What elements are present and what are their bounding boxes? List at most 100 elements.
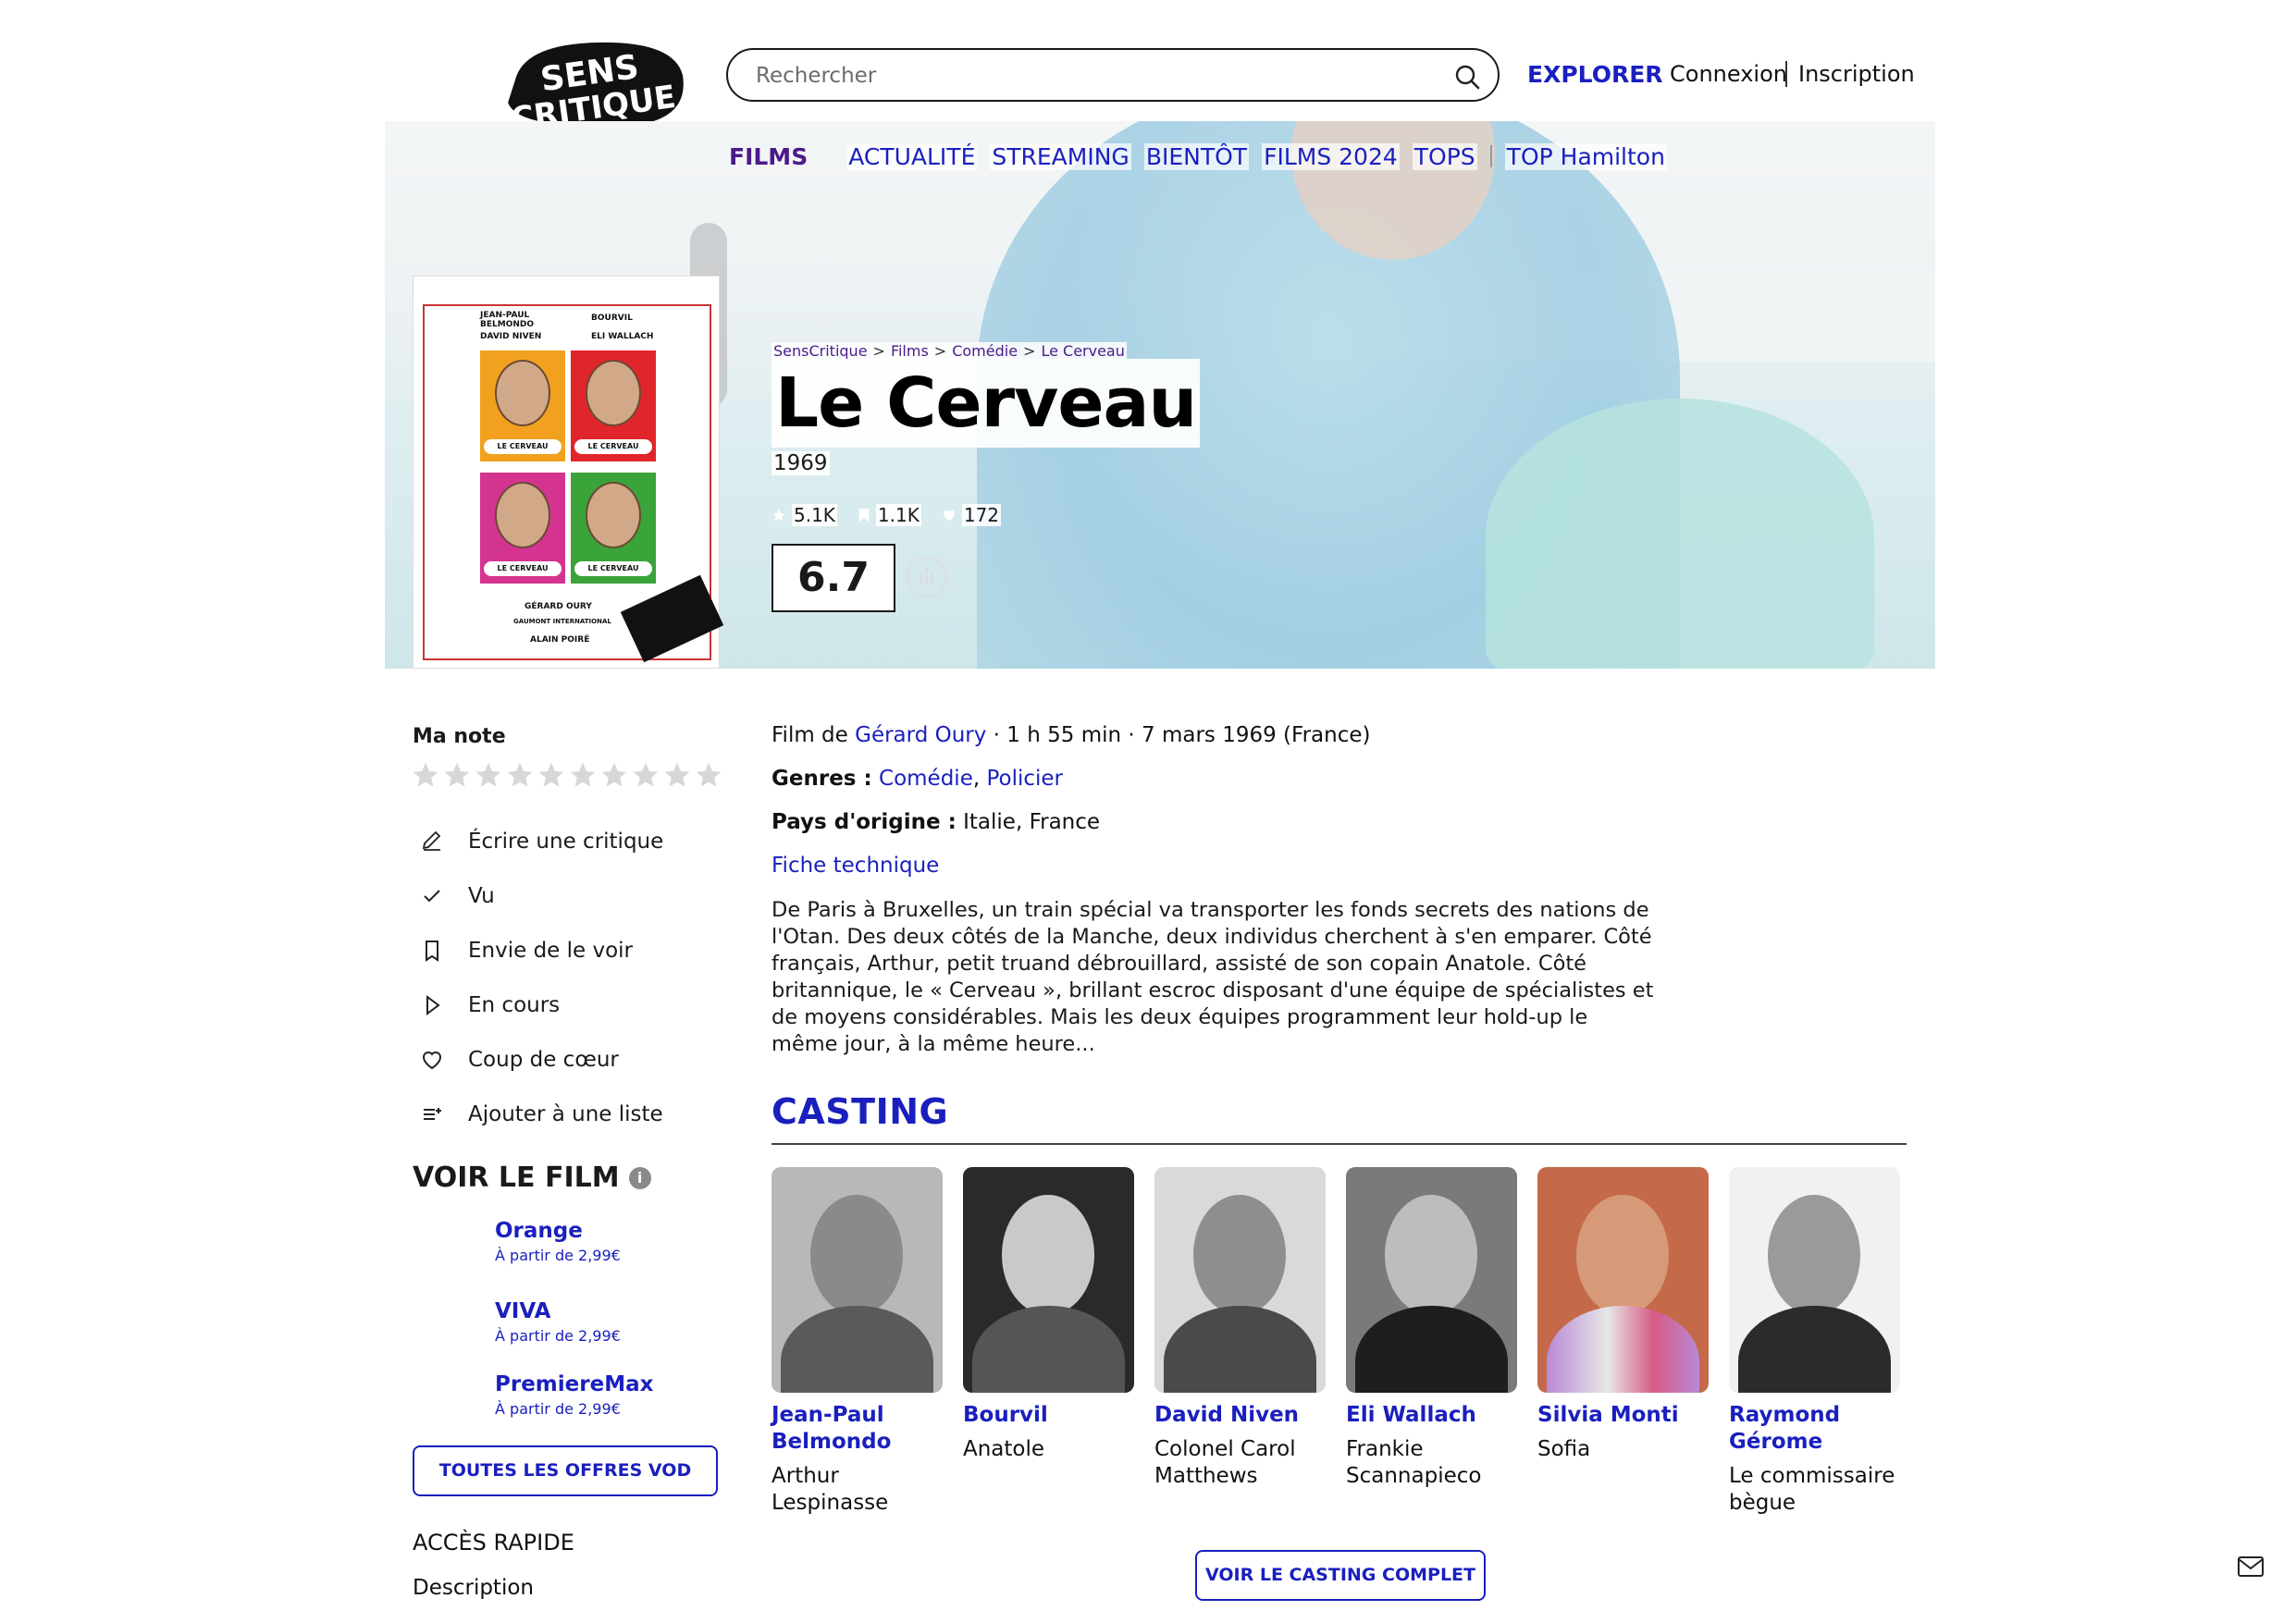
genre-link-policier[interactable]: Policier [986, 767, 1063, 791]
vod-offer-premieremax[interactable]: PremiereMax À partir de 2,99€ [495, 1372, 726, 1418]
movie-genres-line: Genres : Comédie, Policier [772, 767, 1064, 791]
poster-name-1: JEAN-PAUL BELMONDO [480, 311, 535, 329]
vod-price: À partir de 2,99€ [495, 1400, 621, 1418]
actor-role: Sofia [1537, 1437, 1591, 1461]
vod-price: À partir de 2,99€ [495, 1247, 621, 1264]
breadcrumb-senscritique[interactable]: SensCritique [773, 342, 868, 360]
full-casting-button[interactable]: VOIR LE CASTING COMPLET [1195, 1550, 1486, 1601]
actor-role: Frankie Scannapieco [1346, 1437, 1482, 1488]
vod-name[interactable]: PremiereMax [495, 1372, 726, 1396]
movie-stats: 5.1K 1.1K 172 [772, 504, 1002, 526]
actor-photo[interactable] [1154, 1167, 1326, 1393]
vod-name[interactable]: Orange [495, 1219, 726, 1243]
nav-bientot[interactable]: BIENTÔT [1143, 142, 1250, 170]
rating-star-2-icon[interactable] [442, 760, 472, 790]
nav-streaming[interactable]: STREAMING [990, 142, 1131, 170]
poster-name-2: BOURVIL [591, 314, 633, 323]
actor-name[interactable]: Bourvil [963, 1402, 1134, 1429]
action-write-review[interactable]: Écrire une critique [413, 814, 727, 868]
action-seen[interactable]: Vu [413, 868, 727, 923]
actor-photo[interactable] [1729, 1167, 1900, 1393]
search-bar[interactable] [726, 48, 1500, 102]
explore-link[interactable]: EXPLORER [1527, 61, 1663, 88]
all-vod-offers-button[interactable]: TOUTES LES OFFRES VOD [413, 1445, 718, 1496]
rating-star-5-icon[interactable] [537, 760, 566, 790]
poster-panel-label: LE CERVEAU [484, 439, 562, 454]
actor-role: Arthur Lespinasse [772, 1464, 889, 1515]
poster-director: GÉRARD OURY [525, 602, 592, 611]
genre-link-comedie[interactable]: Comédie [879, 767, 973, 791]
action-label: Vu [468, 883, 495, 908]
actor-card[interactable]: Raymond Gérome Le commissaire bègue [1729, 1167, 1900, 1517]
mail-icon[interactable] [2237, 1555, 2265, 1578]
actor-name[interactable]: Silvia Monti [1537, 1402, 1709, 1429]
vod-offer-orange[interactable]: Orange À partir de 2,99€ [495, 1219, 726, 1264]
movie-director-line: Film de Gérard Oury · 1 h 55 min · 7 mar… [772, 723, 1370, 747]
my-rating-stars[interactable] [411, 760, 723, 790]
pencil-icon [422, 830, 441, 851]
search-input[interactable] [756, 59, 1403, 92]
score-distribution-icon[interactable] [907, 557, 947, 597]
rating-star-3-icon[interactable] [474, 760, 503, 790]
action-add-to-list[interactable]: Ajouter à une liste [413, 1087, 727, 1141]
poster-producer: ALAIN POIRÉ [530, 635, 590, 645]
vod-name[interactable]: VIVA [495, 1299, 726, 1323]
actor-card[interactable]: David Niven Colonel Carol Matthews [1154, 1167, 1326, 1490]
actor-name[interactable]: Raymond Gérome [1729, 1402, 1900, 1456]
tech-sheet-link[interactable]: Fiche technique [772, 854, 939, 878]
quick-access-description-link[interactable]: Description [413, 1576, 534, 1600]
rating-star-6-icon[interactable] [568, 760, 598, 790]
login-link[interactable]: Connexion [1670, 61, 1787, 87]
movie-synopsis: De Paris à Bruxelles, un train spécial v… [772, 898, 1654, 1056]
poster-panel-label: LE CERVEAU [574, 439, 652, 454]
breadcrumb-films[interactable]: Films [891, 342, 929, 360]
actor-role: Le commissaire bègue [1729, 1464, 1895, 1515]
actor-photo[interactable] [772, 1167, 943, 1393]
action-favorite[interactable]: Coup de cœur [413, 1032, 727, 1087]
breadcrumb-comedie[interactable]: Comédie [952, 342, 1018, 360]
signup-link[interactable]: Inscription [1798, 61, 1915, 87]
rating-star-1-icon[interactable] [411, 760, 440, 790]
actor-card[interactable]: Eli Wallach Frankie Scannapieco [1346, 1167, 1517, 1490]
actor-photo[interactable] [1346, 1167, 1517, 1393]
nav-tops[interactable]: TOPS [1412, 142, 1477, 170]
rating-star-7-icon[interactable] [599, 760, 629, 790]
action-in-progress[interactable]: En cours [413, 977, 727, 1032]
action-label: Envie de le voir [468, 938, 634, 963]
actor-name[interactable]: Jean-Paul Belmondo [772, 1402, 943, 1456]
actor-role: Anatole [963, 1437, 1045, 1461]
nav-top-hamilton[interactable]: TOP Hamilton [1504, 142, 1667, 170]
action-wish[interactable]: Envie de le voir [413, 923, 727, 977]
bookmark-icon [426, 940, 438, 962]
vod-price: À partir de 2,99€ [495, 1327, 621, 1345]
rating-star-9-icon[interactable] [662, 760, 692, 790]
breadcrumb-le-cerveau[interactable]: Le Cerveau [1041, 342, 1124, 360]
nav-films[interactable]: FILMS [727, 143, 809, 170]
actor-name[interactable]: David Niven [1154, 1402, 1326, 1429]
director-link[interactable]: Gérard Oury [855, 723, 986, 747]
genres-label: Genres : [772, 767, 872, 791]
bookmark-icon [858, 508, 870, 523]
actor-card[interactable]: Silvia Monti Sofia [1537, 1167, 1709, 1463]
movie-meta: · 1 h 55 min · 7 mars 1969 (France) [993, 723, 1371, 747]
average-score: 6.7 [772, 544, 895, 612]
actor-role: Colonel Carol Matthews [1154, 1437, 1296, 1488]
actor-photo[interactable] [963, 1167, 1134, 1393]
search-icon[interactable] [1453, 63, 1481, 91]
play-icon [426, 994, 440, 1015]
rating-star-8-icon[interactable] [631, 760, 660, 790]
stat-wish: 1.1K [858, 504, 921, 526]
vod-offer-viva[interactable]: VIVA À partir de 2,99€ [495, 1299, 726, 1345]
info-icon[interactable]: i [628, 1166, 651, 1189]
stat-ratings: 5.1K [772, 504, 837, 526]
actor-name[interactable]: Eli Wallach [1346, 1402, 1517, 1429]
movie-poster[interactable]: JEAN-PAUL BELMONDO BOURVIL DAVID NIVEN E… [413, 276, 724, 669]
nav-actualite[interactable]: ACTUALITÉ [846, 142, 978, 170]
rating-star-4-icon[interactable] [505, 760, 535, 790]
actor-photo[interactable] [1537, 1167, 1709, 1393]
actor-card[interactable]: Jean-Paul Belmondo Arthur Lespinasse [772, 1167, 943, 1517]
rating-star-10-icon[interactable] [694, 760, 723, 790]
nav-films-2024[interactable]: FILMS 2024 [1262, 142, 1400, 170]
actor-card[interactable]: Bourvil Anatole [963, 1167, 1134, 1463]
poster-panel-4: LE CERVEAU [571, 473, 656, 584]
